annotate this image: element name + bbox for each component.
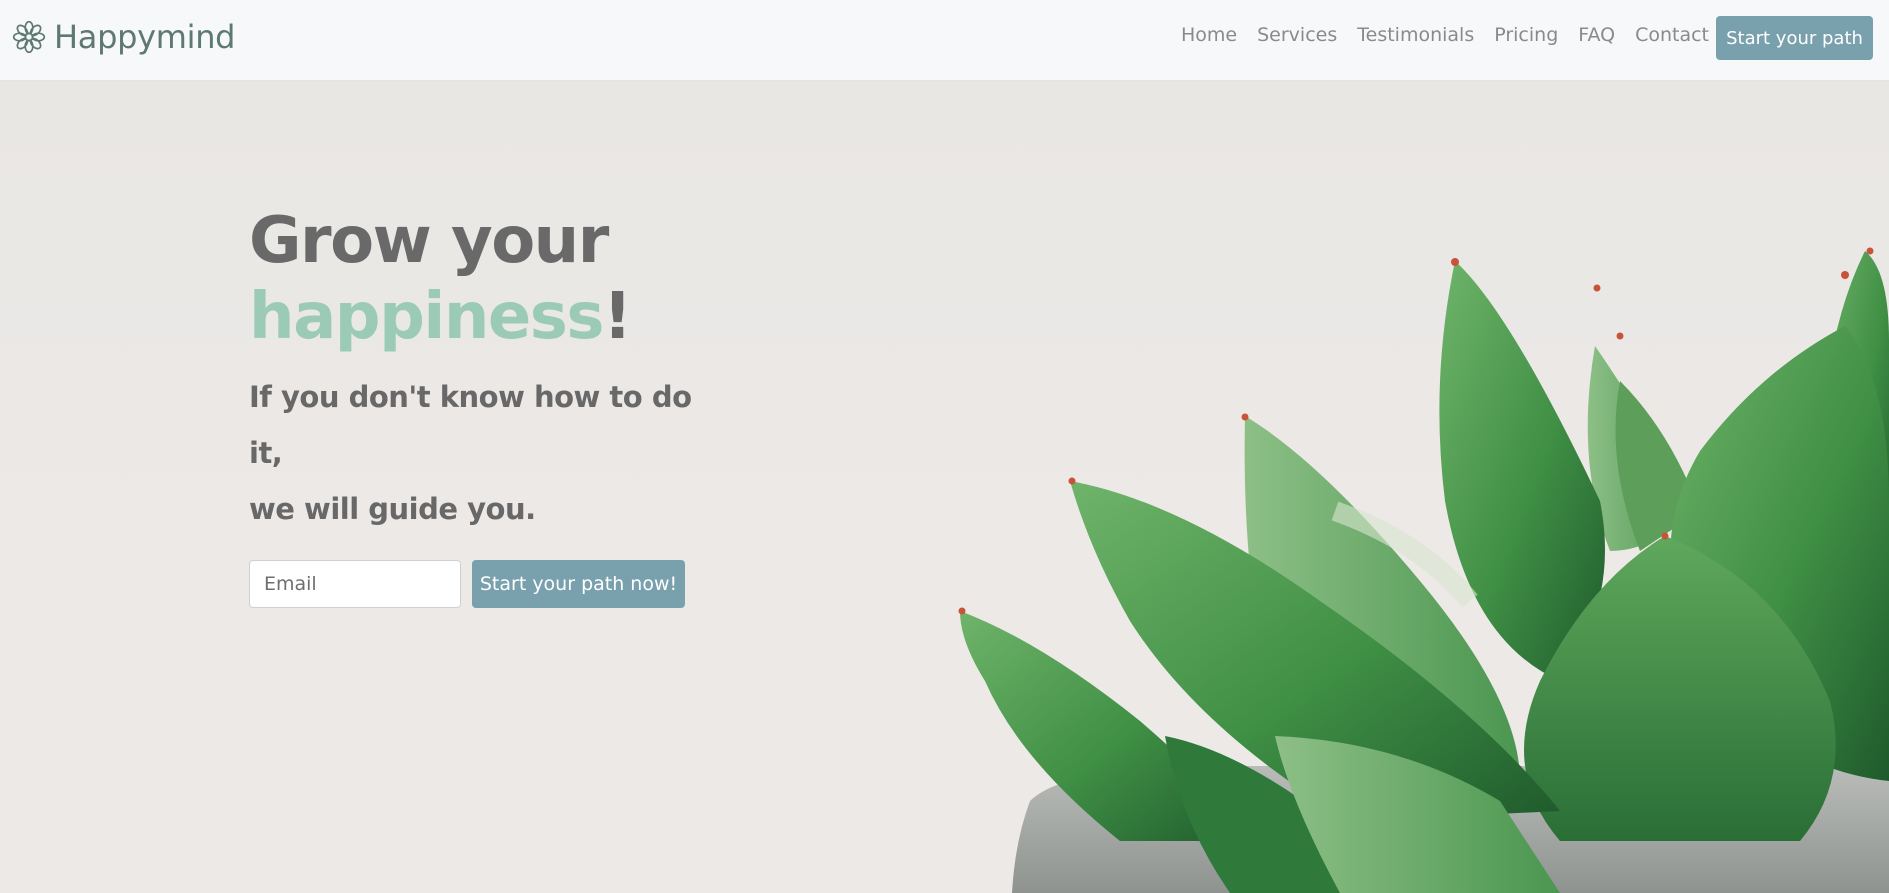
start-path-button[interactable]: Start your path xyxy=(1716,16,1873,60)
hero-section: Grow your happiness! If you don't know h… xyxy=(0,81,1889,893)
hero-title-punct: ! xyxy=(602,280,632,354)
email-input[interactable] xyxy=(249,560,461,608)
hero-title: Grow your happiness! xyxy=(249,203,769,355)
nav-link-home[interactable]: Home xyxy=(1181,24,1237,46)
hero-title-accent: happiness xyxy=(249,280,604,354)
hero-subtitle-line2: we will guide you. xyxy=(249,492,536,526)
hero-subtitle-line1: If you don't know how to do it, xyxy=(249,380,692,470)
brand-name: Happymind xyxy=(54,18,236,56)
signup-form: Start your path now! xyxy=(249,560,769,608)
nav-link-testimonials[interactable]: Testimonials xyxy=(1357,24,1474,46)
hero-title-line1: Grow your xyxy=(249,204,609,278)
navbar: Happymind Home Services Testimonials Pri… xyxy=(0,0,1889,81)
nav-links: Home Services Testimonials Pricing FAQ C… xyxy=(1161,24,1709,46)
brand-logo[interactable]: Happymind xyxy=(12,18,236,56)
flower-icon xyxy=(12,20,46,54)
hero-content: Grow your happiness! If you don't know h… xyxy=(249,203,769,608)
start-path-now-button[interactable]: Start your path now! xyxy=(472,560,685,608)
nav-link-pricing[interactable]: Pricing xyxy=(1494,24,1558,46)
nav-link-services[interactable]: Services xyxy=(1257,24,1337,46)
nav-link-contact[interactable]: Contact xyxy=(1635,24,1709,46)
hero-subtitle: If you don't know how to do it, we will … xyxy=(249,369,719,537)
nav-link-faq[interactable]: FAQ xyxy=(1578,24,1615,46)
